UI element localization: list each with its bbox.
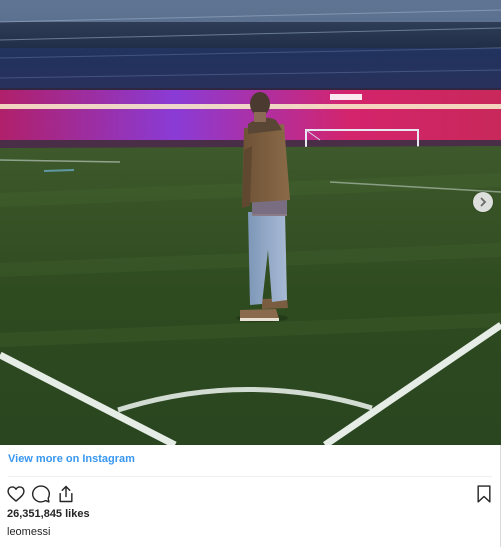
bookmark-icon[interactable] — [474, 484, 494, 504]
share-icon[interactable] — [56, 484, 76, 504]
divider — [8, 476, 492, 477]
chevron-right-icon — [480, 197, 487, 207]
author-username[interactable]: leomessi — [7, 526, 50, 538]
view-more-link[interactable]: View more on Instagram — [8, 453, 135, 465]
heart-icon[interactable] — [6, 484, 26, 504]
post-photo[interactable] — [0, 0, 501, 445]
likes-count[interactable]: 26,351,845 likes — [7, 508, 90, 520]
comment-icon[interactable] — [31, 484, 51, 504]
stadium-scene — [0, 0, 501, 445]
action-bar — [6, 484, 76, 504]
instagram-embed: View more on Instagram 26,351,845 likes … — [0, 0, 501, 547]
next-slide-button[interactable] — [473, 192, 493, 212]
